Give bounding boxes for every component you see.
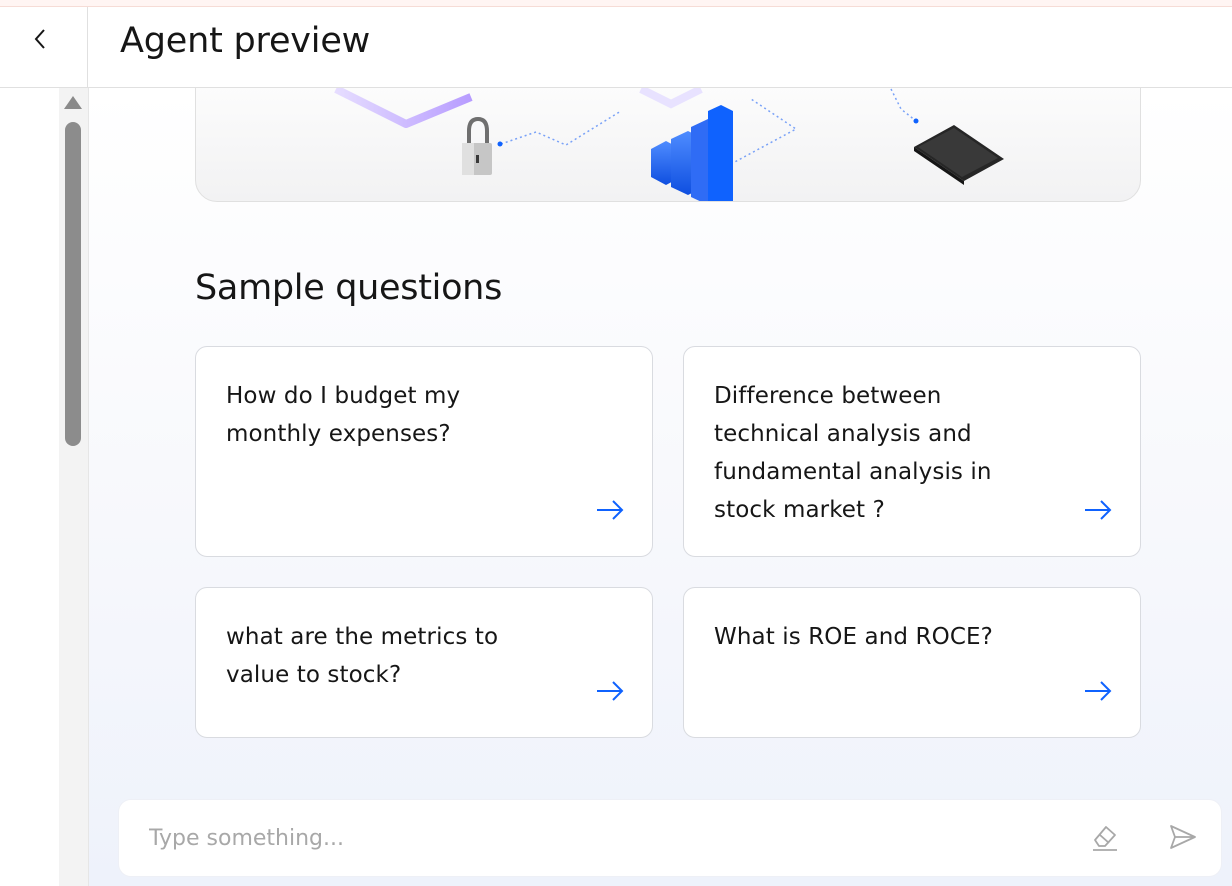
left-rail (0, 88, 59, 886)
hero-illustration (195, 88, 1141, 202)
chat-content: Sample questions How do I budget my mont… (89, 88, 1232, 886)
page-title: Agent preview (120, 21, 371, 61)
sample-question-text: What is ROE and ROCE? (714, 624, 993, 650)
message-composer (119, 800, 1221, 876)
sample-question-card[interactable]: Difference between technical analysis an… (683, 346, 1141, 557)
sample-question-text: Difference between technical analysis an… (714, 383, 992, 523)
sample-question-text: what are the metrics to value to stock? (226, 624, 499, 688)
send-icon[interactable] (1169, 824, 1197, 854)
header: Agent preview (0, 7, 1232, 88)
arrow-right-icon (1084, 681, 1112, 705)
scrollbar-thumb[interactable] (65, 122, 81, 446)
back-button[interactable] (0, 7, 88, 87)
sample-question-card[interactable]: What is ROE and ROCE? (683, 587, 1141, 738)
arrow-right-icon (596, 500, 624, 524)
sample-questions-heading: Sample questions (195, 268, 503, 308)
scrollbar[interactable] (59, 88, 89, 886)
eraser-icon[interactable] (1091, 822, 1119, 856)
sample-question-text: How do I budget my monthly expenses? (226, 383, 461, 447)
sample-question-card[interactable]: How do I budget my monthly expenses? (195, 346, 653, 557)
arrow-right-icon (596, 681, 624, 705)
chevron-left-icon (34, 29, 51, 60)
arrow-right-icon (1084, 500, 1112, 524)
scroll-up-icon[interactable] (64, 96, 82, 109)
sample-question-card[interactable]: what are the metrics to value to stock? (195, 587, 653, 738)
top-strip (0, 0, 1232, 7)
message-input[interactable] (149, 818, 1049, 858)
